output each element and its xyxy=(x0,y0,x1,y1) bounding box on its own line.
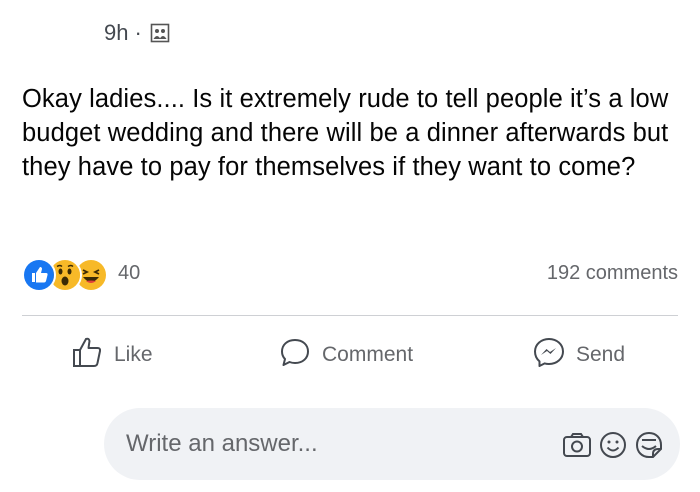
meta-separator: · xyxy=(134,20,142,45)
like-button[interactable]: Like xyxy=(70,330,153,380)
action-bar: Like Comment Send xyxy=(22,330,678,380)
comment-icon xyxy=(278,335,322,375)
post-meta: 9h · xyxy=(104,20,170,46)
like-reaction-icon xyxy=(22,258,56,292)
header-strip xyxy=(0,0,700,8)
comments-count[interactable]: 192 comments xyxy=(547,262,678,285)
thumbs-up-icon xyxy=(70,335,114,375)
comment-label: Comment xyxy=(322,343,414,366)
composer-icons xyxy=(558,428,666,462)
answer-composer[interactable]: Write an answer... xyxy=(104,408,680,480)
camera-icon[interactable] xyxy=(560,428,594,462)
group-icon xyxy=(150,23,170,43)
post-text: Okay ladies.... Is it extremely rude to … xyxy=(22,85,669,181)
send-button[interactable]: Send xyxy=(532,330,625,380)
answer-input[interactable]: Write an answer... xyxy=(126,430,318,458)
reaction-icons[interactable] xyxy=(22,258,108,292)
post-time[interactable]: 9h xyxy=(104,20,128,46)
send-label: Send xyxy=(576,343,626,366)
like-label: Like xyxy=(114,343,153,366)
divider xyxy=(22,315,678,316)
reaction-count[interactable]: 40 xyxy=(118,262,140,285)
emoji-icon[interactable] xyxy=(596,428,630,462)
messenger-icon xyxy=(532,335,576,375)
reactions-row: 40 192 comments xyxy=(22,258,678,292)
sticker-icon[interactable] xyxy=(632,428,666,462)
comment-button[interactable]: Comment xyxy=(278,330,413,380)
